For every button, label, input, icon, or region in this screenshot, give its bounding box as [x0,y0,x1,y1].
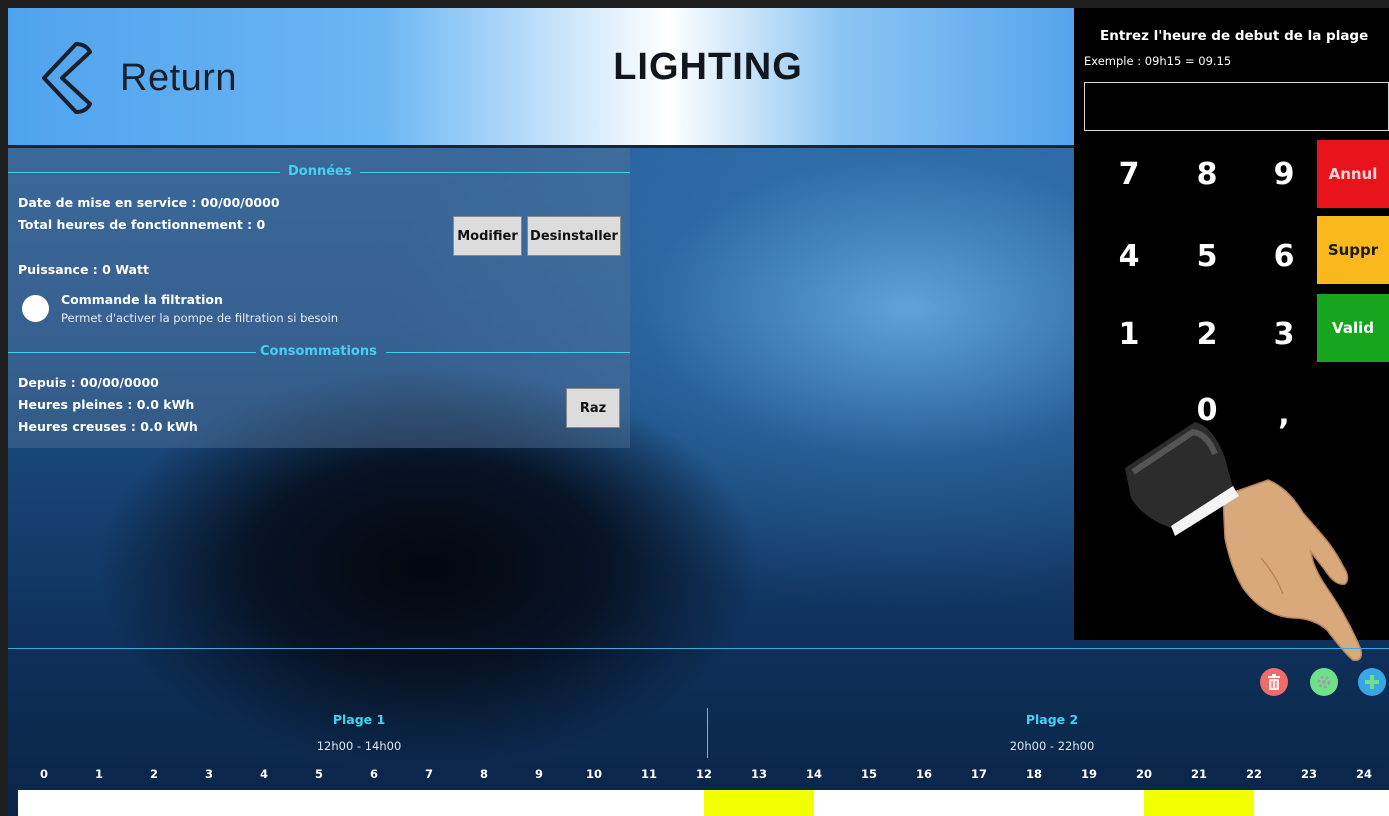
key-2[interactable]: 2 [1182,310,1232,358]
key-4[interactable]: 4 [1104,232,1154,280]
trash-icon [1268,674,1280,690]
total-hours-text: Total heures de fonctionnement : 0 [18,217,266,232]
hour-label: 22 [1245,767,1262,781]
plage-separator [707,708,708,758]
header-bar: Return LIGHTING [8,8,1074,148]
bottom-divider [8,648,1389,649]
hour-label: 23 [1300,767,1317,781]
chevron-left-icon [42,42,92,114]
section-divider [8,172,280,173]
key-3[interactable]: 3 [1259,310,1309,358]
return-label: Return [120,56,238,99]
filtration-description: Permet d'activer la pompe de filtration … [61,311,338,325]
hour-label: 12 [695,767,712,781]
schedule-timeline[interactable] [18,790,1389,816]
hour-label: 14 [805,767,822,781]
page-title: LIGHTING [613,46,803,88]
plage-1-time: 12h00 - 14h00 [316,739,402,753]
off-peak-hours-text: Heures creuses : 0.0 kWh [18,419,198,434]
section-title-donnees: Données [288,164,352,179]
hour-label: 3 [204,767,213,781]
power-text: Puissance : 0 Watt [18,262,149,277]
reset-button[interactable]: Raz [566,388,620,428]
cancel-button[interactable]: Annul [1317,140,1389,208]
peak-hours-text: Heures pleines : 0.0 kWh [18,397,195,412]
hour-label: 21 [1190,767,1207,781]
hour-label: 5 [314,767,323,781]
hour-label: 6 [369,767,378,781]
hour-label: 16 [915,767,932,781]
section-divider [8,352,256,353]
hour-label: 8 [479,767,488,781]
key-9[interactable]: 9 [1259,150,1309,198]
key-5[interactable]: 5 [1182,232,1232,280]
timeline-segment[interactable] [1144,790,1254,816]
time-input-field[interactable] [1084,82,1389,131]
hour-label: 18 [1025,767,1042,781]
delete-button[interactable]: Suppr [1317,216,1389,284]
lighting-screen: Return LIGHTING Données Date de mise en … [8,8,1389,816]
plage-1-title: Plage 1 [332,712,386,727]
date-service-text: Date de mise en service : 00/00/0000 [18,195,280,210]
hour-label: 24 [1355,767,1372,781]
timeline-segment[interactable] [704,790,814,816]
hour-label: 15 [860,767,877,781]
plage-2-title: Plage 2 [1025,712,1079,727]
section-title-consommations: Consommations [260,344,377,359]
hour-label: 17 [970,767,987,781]
uninstall-button[interactable]: Desinstaller [527,216,621,256]
hour-label: 9 [534,767,543,781]
modify-button[interactable]: Modifier [453,216,522,256]
plus-icon [1365,675,1379,689]
hour-label: 1 [94,767,103,781]
add-plage-button[interactable] [1358,668,1386,696]
hour-label: 0 [39,767,48,781]
key-6[interactable]: 6 [1259,232,1309,280]
hour-label: 10 [585,767,602,781]
hour-label: 11 [640,767,657,781]
filtration-toggle[interactable] [22,295,49,322]
since-text: Depuis : 00/00/0000 [18,375,159,390]
hour-label: 19 [1080,767,1097,781]
hour-label: 7 [424,767,433,781]
gear-icon [1317,675,1331,689]
hour-label: 13 [750,767,767,781]
validate-button[interactable]: Valid [1317,294,1389,362]
hour-label: 4 [259,767,268,781]
settings-plage-button[interactable] [1310,668,1338,696]
section-divider [386,352,630,353]
plage-2-time: 20h00 - 22h00 [1009,739,1095,753]
hour-label: 20 [1135,767,1152,781]
keypad-instruction: Entrez l'heure de debut de la plage [1100,28,1369,44]
key-1[interactable]: 1 [1104,310,1154,358]
delete-plage-button[interactable] [1260,668,1288,696]
hour-label: 2 [149,767,158,781]
key-7[interactable]: 7 [1104,150,1154,198]
data-panel: Données Date de mise en service : 00/00/… [8,148,630,448]
return-button[interactable]: Return [36,38,296,118]
key-8[interactable]: 8 [1182,150,1232,198]
section-divider [360,172,630,173]
filtration-title: Commande la filtration [61,292,223,307]
keypad-example: Exemple : 09h15 = 09.15 [1084,54,1232,68]
pointing-hand-icon [1125,422,1363,662]
